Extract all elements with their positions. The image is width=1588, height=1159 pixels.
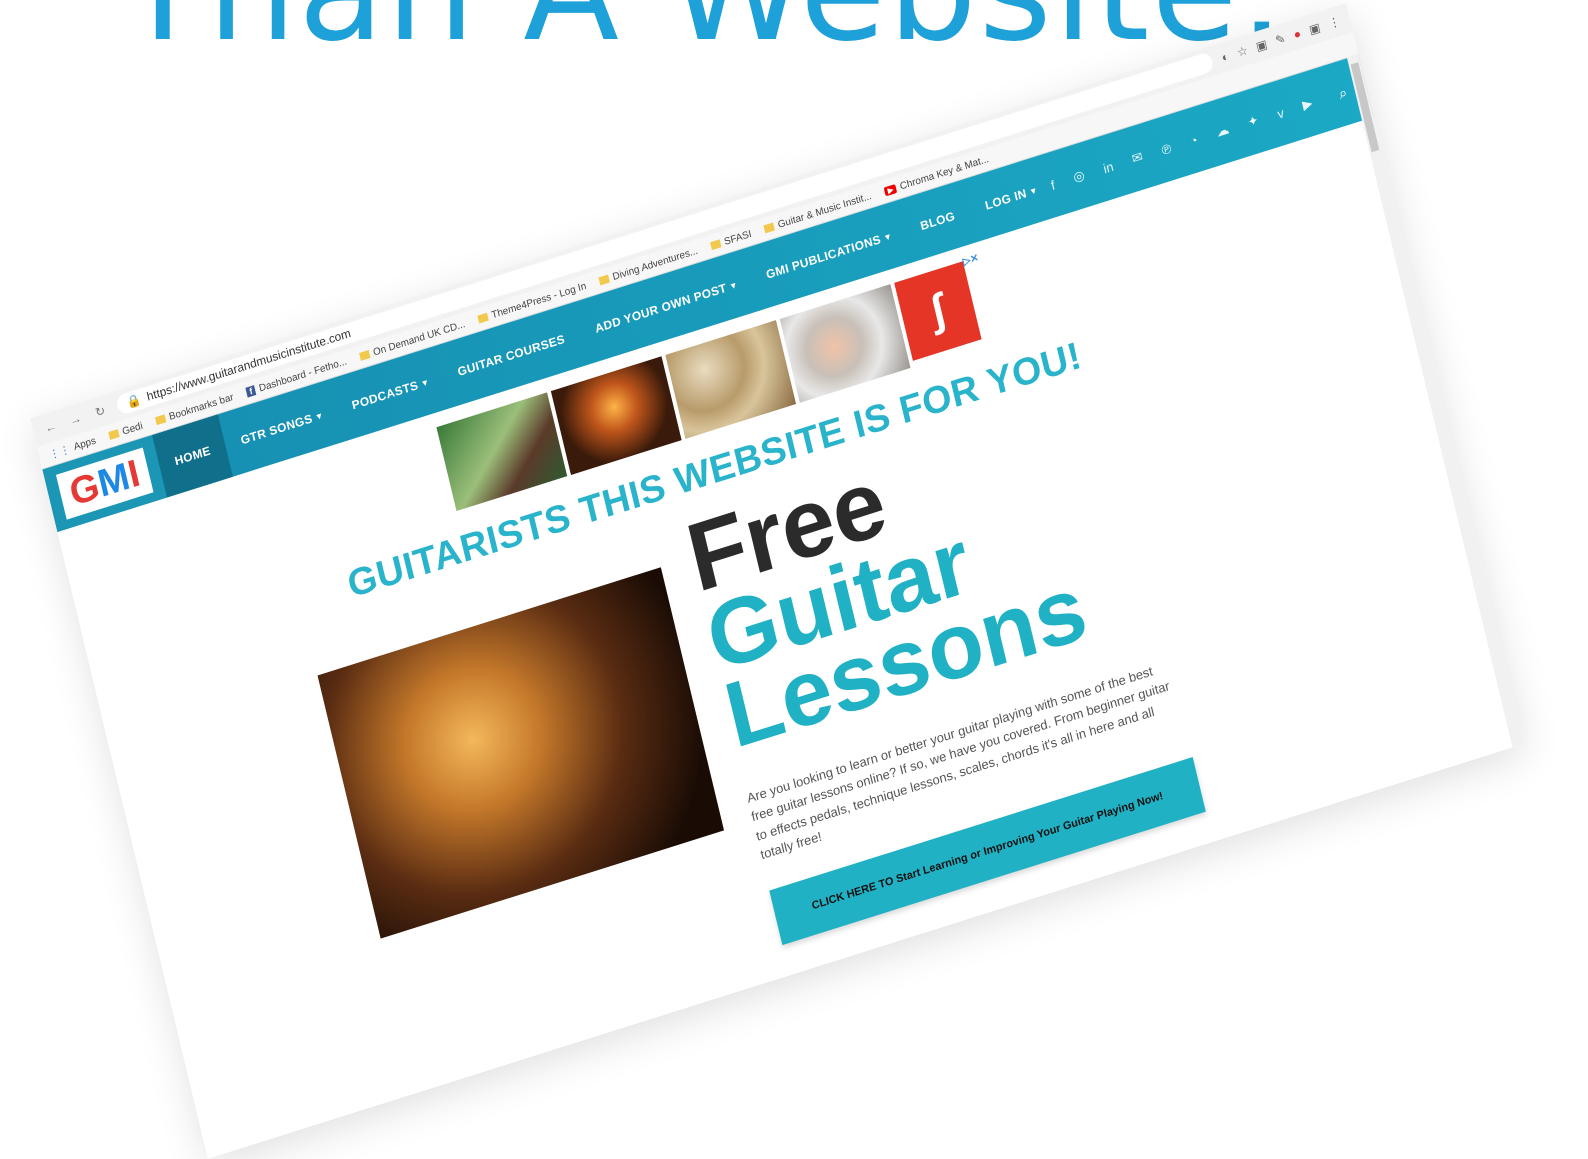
pinterest-icon[interactable]: ℗ xyxy=(1160,140,1173,158)
search-icon[interactable]: ⌕ xyxy=(1337,84,1349,103)
back-icon[interactable]: ← xyxy=(41,418,60,436)
bookmark-label: Apps xyxy=(72,434,97,453)
eyedropper-icon[interactable]: ✎ xyxy=(1274,31,1287,48)
nav-label: GUITAR COURSES xyxy=(456,331,567,380)
extension-icon[interactable]: ▣ xyxy=(1255,37,1269,54)
nav-label: BLOG xyxy=(918,208,957,234)
menu-icon[interactable]: ⋮ xyxy=(1327,14,1342,31)
rss-icon[interactable]: ◔ xyxy=(1188,132,1199,149)
nav-label: PODCASTS xyxy=(350,377,420,413)
folder-icon xyxy=(763,222,776,234)
linkedin-icon[interactable]: in xyxy=(1102,158,1115,176)
folder-icon xyxy=(477,312,489,324)
folder-icon xyxy=(359,350,371,361)
chevron-down-icon: ▾ xyxy=(884,230,892,242)
folder-icon xyxy=(108,429,120,440)
ad-image-monkeys[interactable] xyxy=(779,284,911,403)
bookmark-label: Gedi xyxy=(121,420,144,438)
folder-icon xyxy=(710,239,722,251)
pinterest-extension-icon[interactable]: ● xyxy=(1292,26,1302,42)
chevron-down-icon: ▾ xyxy=(1029,184,1037,196)
twitter-icon[interactable]: ✦ xyxy=(1246,112,1260,131)
headline: Than A Website. xyxy=(120,0,1286,62)
nav-label: GTR SONGS xyxy=(239,411,314,448)
ad-image-portrait[interactable] xyxy=(436,392,568,512)
folder-icon xyxy=(154,414,167,426)
browser-window: ← → ↻ 🔒 https://www.guitarandmusicinstit… xyxy=(30,3,1524,1159)
vimeo-icon[interactable]: v xyxy=(1276,105,1286,122)
nav-label: LOG IN xyxy=(983,186,1029,213)
star-icon[interactable]: ☆ xyxy=(1236,43,1250,60)
nav-label: HOME xyxy=(173,443,213,469)
guitar-photo xyxy=(317,567,725,939)
soundcloud-icon[interactable]: ☁ xyxy=(1215,121,1231,141)
instagram-icon[interactable]: ◎ xyxy=(1072,167,1087,186)
reload-icon[interactable]: ↻ xyxy=(91,402,110,420)
nav-label: GMI PUBLICATIONS xyxy=(764,232,883,282)
ad-image-nuts[interactable] xyxy=(665,320,797,439)
bookmark-label: SFASI xyxy=(723,228,753,248)
ad-logo[interactable]: ʃ ▷✕ xyxy=(894,253,982,361)
extension-icon[interactable]: ◐ xyxy=(1220,49,1230,65)
extension-icon[interactable]: ▣ xyxy=(1308,20,1322,37)
email-icon[interactable]: ✉ xyxy=(1130,149,1144,168)
apps-icon: ⋮⋮ xyxy=(47,442,72,462)
youtube-icon[interactable]: ▶ xyxy=(1301,95,1314,114)
ad-image-fire[interactable] xyxy=(550,356,682,475)
facebook-icon: f xyxy=(245,385,257,398)
forward-icon[interactable]: → xyxy=(66,410,85,428)
chevron-down-icon: ▾ xyxy=(421,376,429,388)
lock-icon: 🔒 xyxy=(125,391,143,410)
folder-icon xyxy=(598,274,610,286)
chevron-down-icon: ▾ xyxy=(315,409,323,422)
adchoices-icon[interactable]: ▷✕ xyxy=(962,253,980,269)
youtube-icon: ▶ xyxy=(883,183,898,196)
chevron-down-icon: ▾ xyxy=(729,279,737,291)
